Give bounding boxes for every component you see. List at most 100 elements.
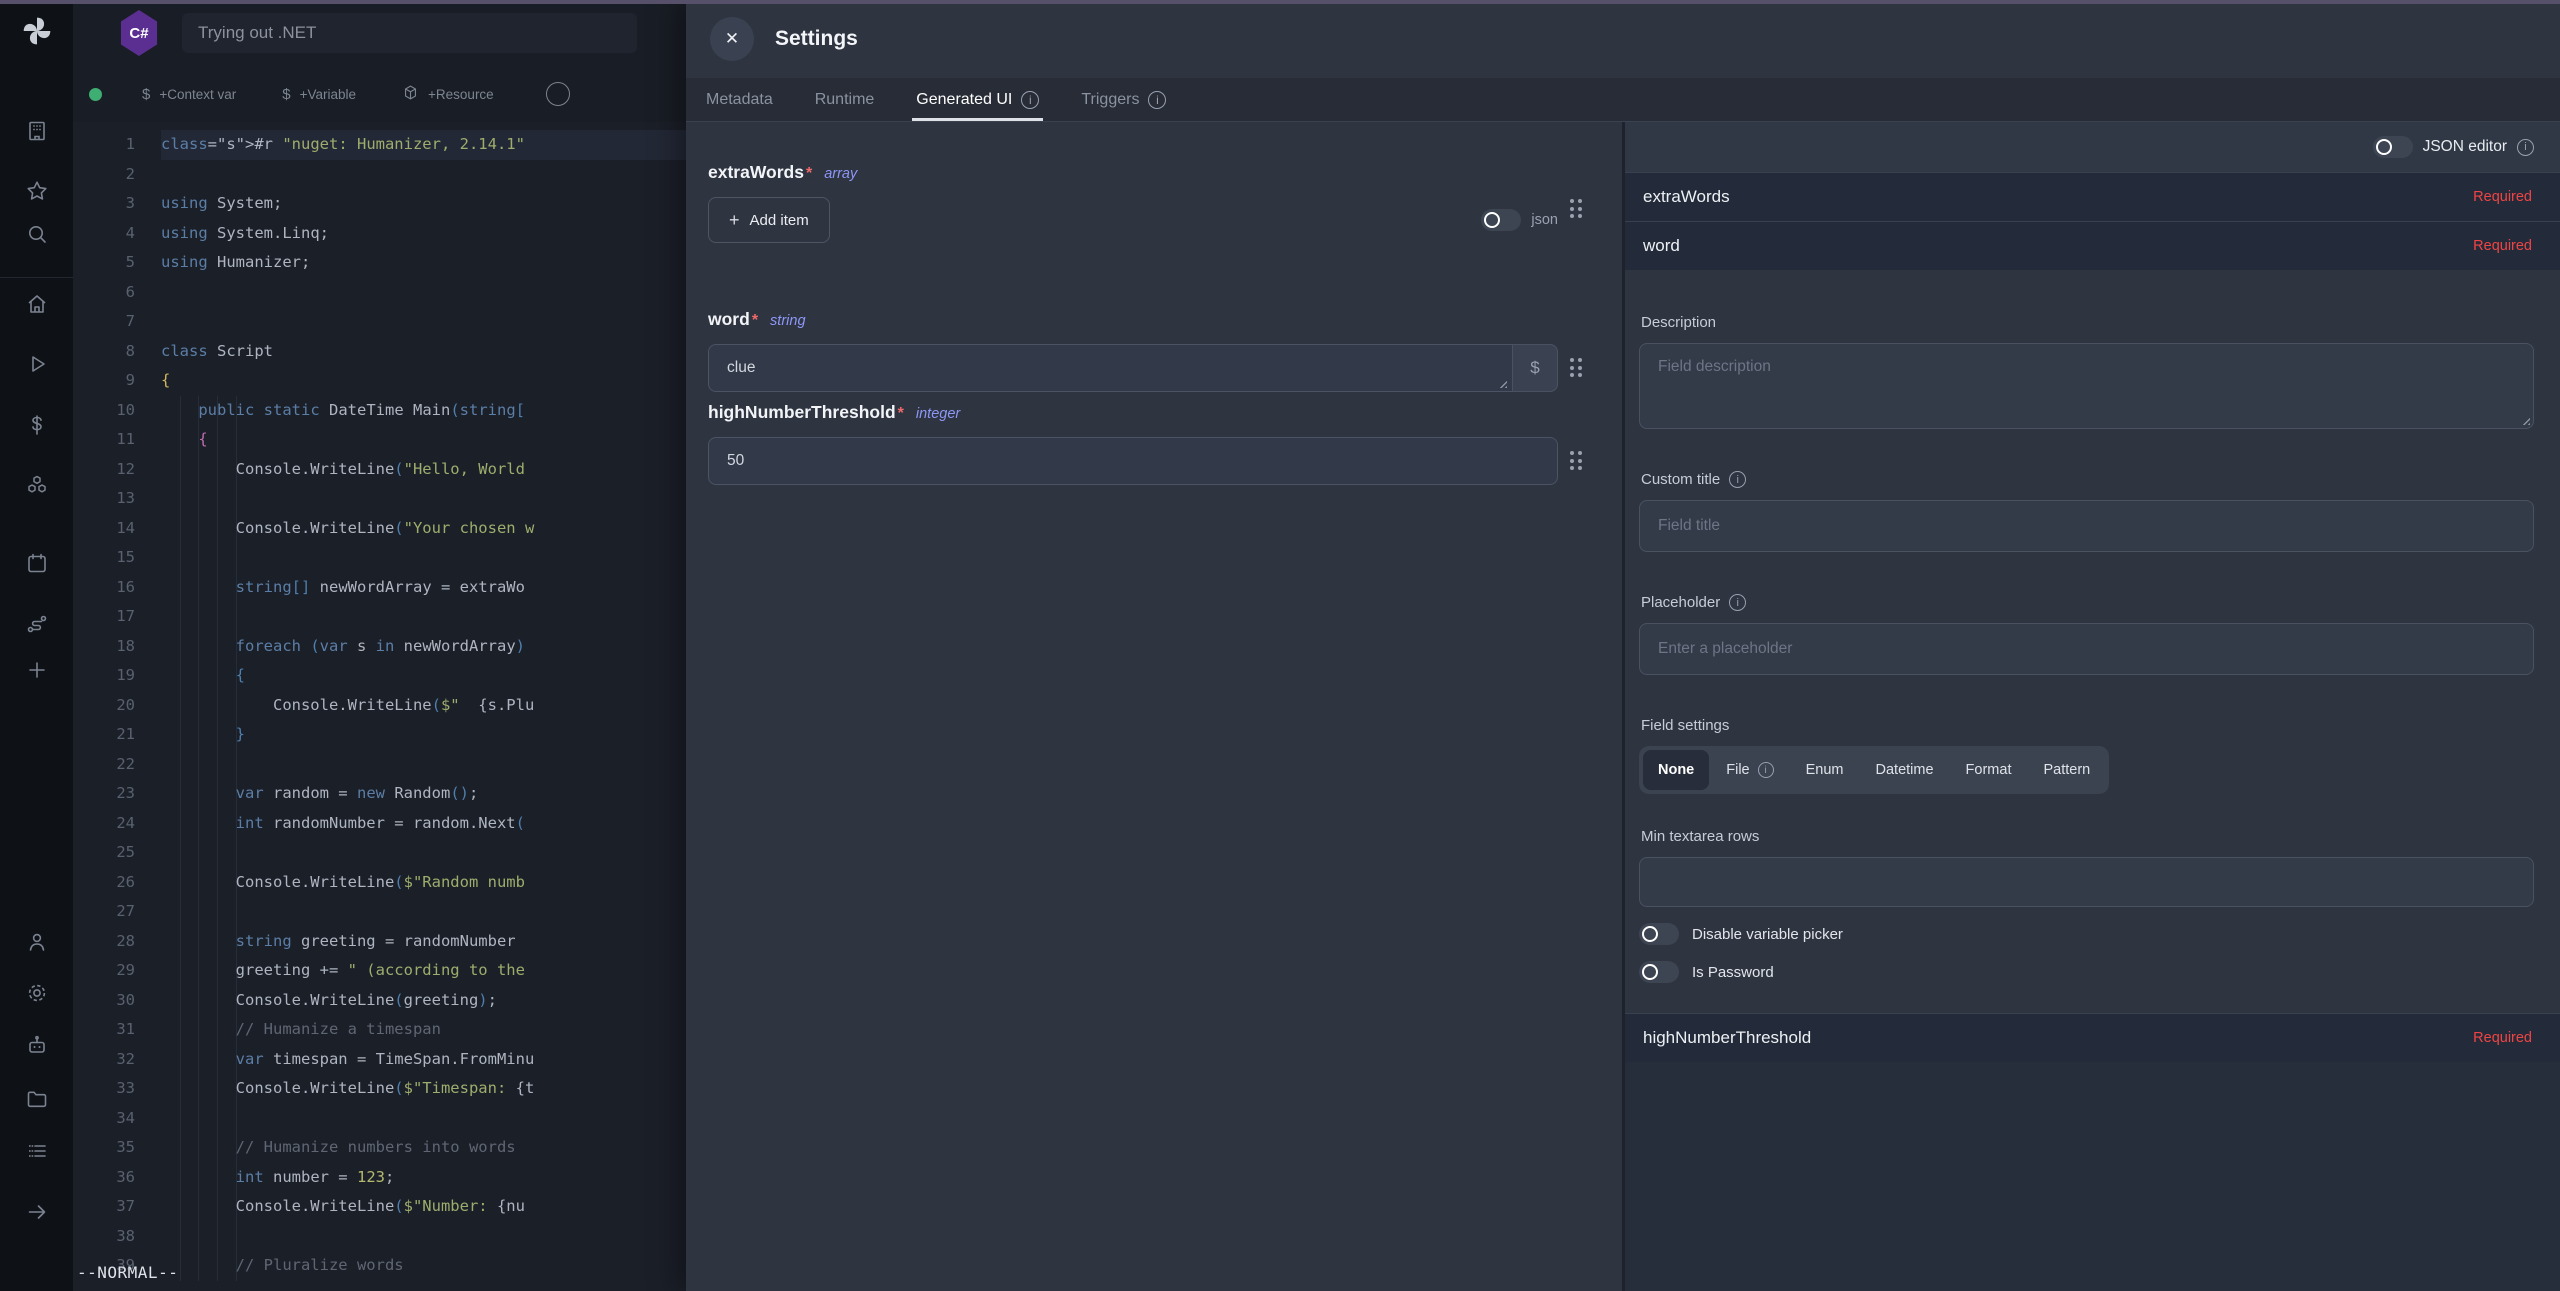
line-number: 18: [73, 632, 161, 662]
toggle-switch[interactable]: [1639, 961, 1679, 983]
field-setting-option-datetime[interactable]: Datetime: [1861, 750, 1949, 790]
gear-icon[interactable]: [24, 980, 50, 1006]
json-editor-label: JSON editor: [2423, 138, 2507, 156]
tab-runtime[interactable]: Runtime: [813, 78, 877, 121]
word-input[interactable]: clue$: [708, 344, 1558, 392]
tab-generated-ui[interactable]: Generated UIi: [914, 78, 1041, 121]
line-number: 13: [73, 484, 161, 514]
person-icon[interactable]: [24, 929, 50, 955]
line-number: 20: [73, 691, 161, 721]
drag-handle-icon[interactable]: [1570, 451, 1582, 470]
info-icon: i: [2517, 139, 2534, 156]
resize-handle-icon[interactable]: [2520, 415, 2530, 425]
dollar-icon[interactable]: [24, 412, 50, 438]
code-line: int randomNumber = random.Next(: [161, 809, 686, 839]
json-editor-toggle[interactable]: [2373, 136, 2413, 158]
property-row-extraWords[interactable]: extraWordsRequired: [1625, 172, 2560, 221]
property-row-highNumberThreshold[interactable]: highNumberThresholdRequired: [1625, 1013, 2560, 1062]
code-area[interactable]: 1234567891011121314151617181920212223242…: [73, 122, 686, 1291]
search-icon[interactable]: [24, 221, 50, 247]
form-field-word: word*stringclue$: [708, 309, 1622, 392]
windmill-logo[interactable]: [20, 14, 54, 53]
code-line: class="s">#r "nuget: Humanizer, 2.14.1": [161, 130, 686, 160]
min-textarea-rows-input[interactable]: [1639, 857, 2534, 907]
field-setting-option-pattern[interactable]: Pattern: [2028, 750, 2105, 790]
code-line: [161, 278, 686, 308]
cubes-icon[interactable]: [24, 472, 50, 498]
drag-handle-icon[interactable]: [1570, 199, 1582, 218]
tab-triggers[interactable]: Triggersi: [1079, 78, 1168, 121]
arrow-right-icon[interactable]: [24, 1199, 50, 1225]
variable-picker-button[interactable]: $: [1512, 344, 1558, 392]
property-row-word[interactable]: wordRequired: [1625, 221, 2560, 270]
play-icon[interactable]: [24, 351, 50, 377]
code-line: Console.WriteLine($"Number: {nu: [161, 1192, 686, 1222]
close-icon[interactable]: ✕: [710, 17, 754, 61]
script-title-input[interactable]: Trying out .NET: [182, 13, 637, 53]
line-number: 5: [73, 248, 161, 278]
highNumberThreshold-input[interactable]: 50: [708, 437, 1558, 485]
info-icon: i: [1021, 91, 1039, 109]
clipped-toolbar-icon[interactable]: [546, 82, 570, 106]
custom-title-input[interactable]: Field title: [1639, 500, 2534, 552]
add-variable-button[interactable]: $ +Variable: [282, 86, 356, 103]
home-icon[interactable]: [24, 291, 50, 317]
add-context-var-button[interactable]: $ +Context var: [142, 86, 236, 103]
line-number: 26: [73, 868, 161, 898]
code-line: var timespan = TimeSpan.FromMinu: [161, 1045, 686, 1075]
settings-panel: ✕ Settings Metadata Runtime Generated UIi T…: [686, 0, 2560, 1291]
required-asterisk: *: [806, 165, 812, 183]
code-line: // Humanize numbers into words: [161, 1133, 686, 1163]
line-number: 25: [73, 838, 161, 868]
tab-label: Runtime: [815, 91, 875, 109]
line-number: 6: [73, 278, 161, 308]
field-setting-option-enum[interactable]: Enum: [1791, 750, 1859, 790]
code-line: [161, 484, 686, 514]
field-detail-panel: Description Field description Custom tit…: [1625, 270, 2560, 1013]
code-line: using System;: [161, 189, 686, 219]
required-badge: Required: [2473, 1030, 2532, 1046]
line-number: 36: [73, 1163, 161, 1193]
vim-status: --NORMAL--: [77, 1258, 178, 1288]
left-icon-sidebar: [0, 0, 73, 1291]
add-item-button[interactable]: +Add item: [708, 197, 830, 243]
info-icon: i: [1148, 91, 1166, 109]
package-icon: [402, 84, 419, 104]
description-label: Description: [1641, 314, 2534, 331]
code-line: {: [161, 366, 686, 396]
star-icon[interactable]: [24, 178, 50, 204]
field-settings-segmented-control: NoneFileiEnumDatetimeFormatPattern: [1639, 746, 2109, 794]
robot-icon[interactable]: [24, 1032, 50, 1058]
code-line: using Humanizer;: [161, 248, 686, 278]
field-setting-option-none[interactable]: None: [1643, 750, 1709, 790]
settings-title: Settings: [775, 27, 858, 51]
field-setting-option-file[interactable]: Filei: [1711, 750, 1788, 790]
code-line: greeting += " (according to the: [161, 956, 686, 986]
code-line: foreach (var s in newWordArray): [161, 632, 686, 662]
line-number: 34: [73, 1104, 161, 1134]
toggle-switch[interactable]: [1639, 923, 1679, 945]
add-resource-button[interactable]: +Resource: [402, 84, 494, 104]
line-number: 37: [73, 1192, 161, 1222]
json-toggle[interactable]: [1481, 209, 1521, 231]
tab-metadata[interactable]: Metadata: [704, 78, 775, 121]
building-icon[interactable]: [24, 118, 50, 144]
line-number: 8: [73, 337, 161, 367]
plus-icon[interactable]: [24, 657, 50, 683]
placeholder-label: Placeholder i: [1641, 594, 2534, 611]
list-icon[interactable]: [24, 1138, 50, 1164]
folder-icon[interactable]: [24, 1086, 50, 1112]
placeholder-input[interactable]: Enter a placeholder: [1639, 623, 2534, 675]
description-textarea[interactable]: Field description: [1639, 343, 2534, 429]
field-setting-option-format[interactable]: Format: [1951, 750, 2027, 790]
line-number: 32: [73, 1045, 161, 1075]
code-line: }: [161, 720, 686, 750]
code-line: // Humanize a timespan: [161, 1015, 686, 1045]
calendar-icon[interactable]: [24, 550, 50, 576]
resize-handle-icon[interactable]: [1497, 378, 1507, 388]
field-name: highNumberThreshold: [708, 402, 896, 423]
code-line: // Pluralize words: [161, 1251, 686, 1281]
route-icon[interactable]: [24, 611, 50, 637]
drag-handle-icon[interactable]: [1570, 358, 1582, 377]
line-number: 31: [73, 1015, 161, 1045]
